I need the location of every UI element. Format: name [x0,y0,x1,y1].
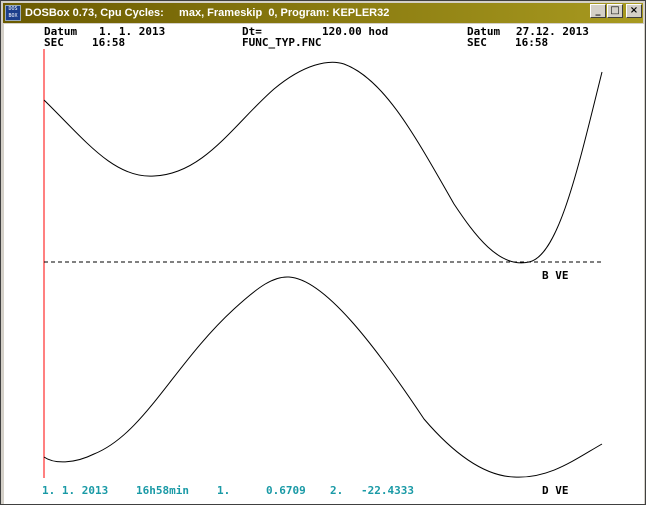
maximize-icon: □ [610,5,620,16]
minimize-icon: _ [595,5,601,16]
status-date: 1. 1. 2013 [42,484,109,497]
maximize-button[interactable]: □ [607,4,623,18]
title-bar[interactable]: DOS BOX DOSBox 0.73, Cpu Cycles: max, Fr… [3,3,643,23]
curve-d-ve [43,276,603,478]
curve-d-ve-label: D VE [542,484,569,497]
plot-canvas [43,49,603,478]
minimize-button[interactable]: _ [590,4,606,18]
status-value1-label: 1. [217,484,231,497]
window-title: DOSBox 0.73, Cpu Cycles: max, Frameskip … [25,7,390,19]
curve-b-ve [43,61,603,264]
dosbox-app-icon[interactable]: DOS BOX [5,5,21,21]
status-value1: 0.6709 [266,484,306,497]
curve-b-ve-label: B VE [542,269,569,282]
app-icon-text-top: DOS [8,6,18,12]
status-value2-label: 2. [330,484,344,497]
status-time: 16h58min [136,484,189,497]
close-icon: × [629,5,639,16]
app-icon-text-bottom: BOX [8,13,18,19]
close-button[interactable]: × [626,4,642,18]
dosbox-window: DOS BOX DOSBox 0.73, Cpu Cycles: max, Fr… [0,0,646,505]
status-value2: -22.4333 [361,484,414,497]
dos-screen[interactable]: Datum 1. 1. 2013 SEC 16:58 Dt= 120.00 ho… [4,24,644,504]
